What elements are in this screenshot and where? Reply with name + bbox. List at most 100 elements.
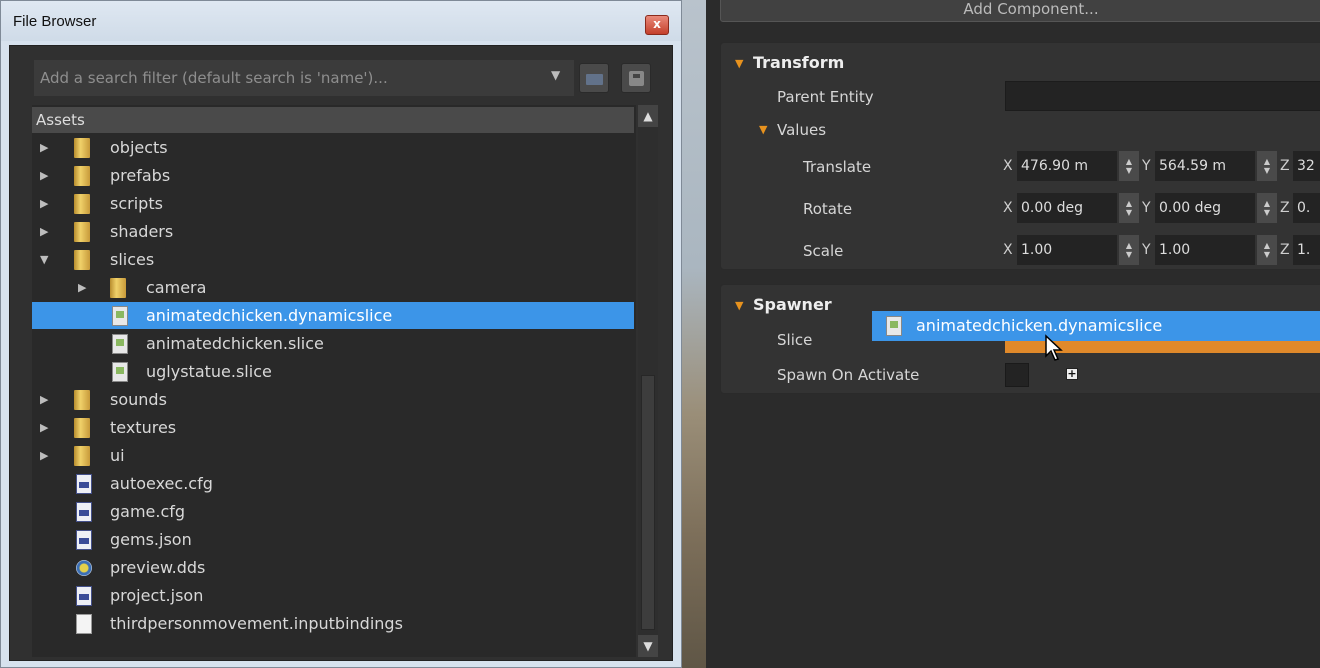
folder-icon <box>110 278 126 298</box>
save-button[interactable] <box>621 63 651 93</box>
vertical-scrollbar[interactable]: ▲ ▼ <box>638 105 658 657</box>
collapse-triangle-icon[interactable]: ▼ <box>735 299 743 312</box>
folder-icon <box>586 74 603 85</box>
expand-arrow-icon[interactable]: ▶ <box>40 190 52 217</box>
collapse-triangle-icon[interactable]: ▼ <box>735 57 743 70</box>
axis-z-label: Z <box>1280 242 1290 258</box>
list-item[interactable]: ▶ prefabs <box>32 162 634 189</box>
item-label: preview.dds <box>110 558 206 577</box>
stepper-icon[interactable]: ▲ ▼ <box>1119 193 1139 223</box>
expand-arrow-icon[interactable]: ▶ <box>40 386 52 413</box>
expand-arrow-icon[interactable]: ▶ <box>40 218 52 245</box>
stepper-icon[interactable]: ▲ ▼ <box>1119 235 1139 265</box>
stepper-icon[interactable]: ▲ ▼ <box>1257 193 1277 223</box>
drag-preview: animatedchicken.dynamicslice <box>872 311 1320 341</box>
axis-x-label: X <box>1003 242 1013 258</box>
scale-z-field[interactable]: 1. <box>1293 235 1320 265</box>
folder-icon <box>74 222 90 242</box>
list-item[interactable]: ▶ sounds <box>32 386 634 413</box>
list-item[interactable]: ▶ objects <box>32 134 634 161</box>
mouse-cursor-icon <box>1045 334 1063 361</box>
config-file-icon <box>76 474 92 494</box>
rotate-x-field[interactable]: 0.00 deg <box>1017 193 1117 223</box>
item-label: textures <box>110 418 177 437</box>
list-item[interactable]: ▶ scripts <box>32 190 634 217</box>
parent-entity-field[interactable] <box>1005 81 1320 111</box>
rotate-z-field[interactable]: 0. <box>1293 193 1320 223</box>
json-file-icon <box>76 530 92 550</box>
list-item[interactable]: ▶ shaders <box>32 218 634 245</box>
axis-x-label: X <box>1003 158 1013 174</box>
collapse-triangle-icon[interactable]: ▼ <box>759 123 767 136</box>
spawn-on-activate-label: Spawn On Activate <box>777 366 920 384</box>
item-label: game.cfg <box>110 502 186 521</box>
stepper-icon[interactable]: ▲ ▼ <box>1257 151 1277 181</box>
item-label: objects <box>110 138 168 157</box>
component-title[interactable]: Spawner <box>753 295 832 314</box>
folder-icon <box>74 166 90 186</box>
chevron-down-icon[interactable]: ▼ <box>551 68 560 82</box>
item-label: camera <box>146 278 207 297</box>
translate-y-field[interactable]: 564.59 m <box>1155 151 1255 181</box>
list-item[interactable]: ▶ ui <box>32 442 634 469</box>
texture-file-icon <box>76 560 92 576</box>
expand-arrow-icon[interactable]: ▶ <box>40 134 52 161</box>
copy-plus-icon: + <box>1066 367 1078 380</box>
list-item[interactable]: animatedchicken.slice <box>32 330 634 357</box>
component-title[interactable]: Transform <box>753 53 844 72</box>
stepper-icon[interactable]: ▲ ▼ <box>1119 151 1139 181</box>
add-component-button[interactable]: Add Component... <box>720 0 1320 22</box>
list-item[interactable]: uglystatue.slice <box>32 358 634 385</box>
item-label: slices <box>110 250 155 269</box>
slice-label: Slice <box>777 331 813 349</box>
item-label: project.json <box>110 586 204 605</box>
item-label: thirdpersonmovement.inputbindings <box>110 614 403 633</box>
rotate-label: Rotate <box>803 200 853 218</box>
scroll-down-icon[interactable]: ▼ <box>638 635 658 657</box>
item-label: gems.json <box>110 530 192 549</box>
spawn-on-activate-checkbox[interactable] <box>1005 363 1029 387</box>
collapse-arrow-icon[interactable]: ▼ <box>40 246 52 273</box>
json-file-icon <box>76 586 92 606</box>
rotate-y-field[interactable]: 0.00 deg <box>1155 193 1255 223</box>
scale-x-field[interactable]: 1.00 <box>1017 235 1117 265</box>
list-item[interactable]: thirdpersonmovement.inputbindings <box>32 610 634 637</box>
slice-file-icon <box>112 306 128 326</box>
scale-y-field[interactable]: 1.00 <box>1155 235 1255 265</box>
close-icon[interactable]: x <box>645 15 669 35</box>
file-browser-titlebar[interactable]: File Browser x <box>1 1 681 41</box>
expand-arrow-icon[interactable]: ▶ <box>40 162 52 189</box>
slice-file-icon <box>112 334 128 354</box>
list-item[interactable]: autoexec.cfg <box>32 470 634 497</box>
list-item[interactable]: game.cfg <box>32 498 634 525</box>
list-item[interactable]: ▶ textures <box>32 414 634 441</box>
item-label: ui <box>110 446 125 465</box>
item-label: sounds <box>110 390 167 409</box>
translate-x-field[interactable]: 476.90 m <box>1017 151 1117 181</box>
list-item[interactable]: preview.dds <box>32 554 634 581</box>
item-label: autoexec.cfg <box>110 474 213 493</box>
item-label: animatedchicken.dynamicslice <box>146 306 393 325</box>
scrollbar-thumb[interactable] <box>641 375 655 630</box>
expand-arrow-icon[interactable]: ▶ <box>78 274 90 301</box>
list-item-selected[interactable]: animatedchicken.dynamicslice <box>32 302 634 329</box>
translate-z-field[interactable]: 32 <box>1293 151 1320 181</box>
item-label: prefabs <box>110 166 171 185</box>
config-file-icon <box>76 502 92 522</box>
folder-icon <box>74 138 90 158</box>
open-folder-button[interactable] <box>579 63 609 93</box>
stepper-icon[interactable]: ▲ ▼ <box>1257 235 1277 265</box>
list-item[interactable]: ▶ camera <box>32 274 634 301</box>
list-item[interactable]: ▼ slices <box>32 246 634 273</box>
list-item[interactable]: project.json <box>32 582 634 609</box>
drag-preview-label: animatedchicken.dynamicslice <box>916 316 1163 335</box>
folder-icon <box>74 250 90 270</box>
expand-arrow-icon[interactable]: ▶ <box>40 414 52 441</box>
expand-arrow-icon[interactable]: ▶ <box>40 442 52 469</box>
list-item[interactable]: gems.json <box>32 526 634 553</box>
axis-z-label: Z <box>1280 200 1290 216</box>
file-browser-window: File Browser x ▼ Assets ▶ objects ▶ pref… <box>0 0 682 668</box>
tree-column-header[interactable]: Assets <box>32 107 634 133</box>
search-input[interactable] <box>34 60 574 96</box>
scroll-up-icon[interactable]: ▲ <box>638 105 658 127</box>
